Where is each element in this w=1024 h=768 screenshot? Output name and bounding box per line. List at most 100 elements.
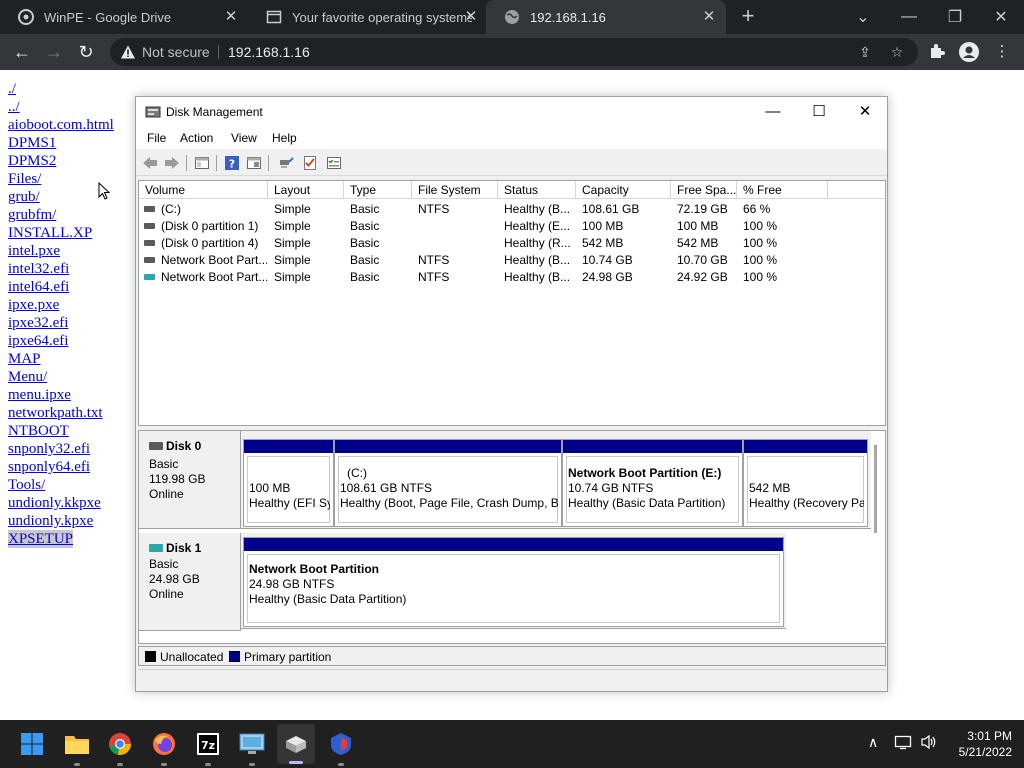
tab-active-192-168-1-16[interactable]: 192.168.1.16 ✕ (486, 0, 726, 34)
restore-icon[interactable]: ❐ (932, 0, 978, 34)
help-icon[interactable]: ? (224, 155, 240, 171)
show-hidden-icons-chevron-icon[interactable]: ∧ (868, 734, 878, 751)
system-clock[interactable]: 3:01 PM 5/21/2022 (959, 728, 1012, 760)
menu-help[interactable]: Help (272, 131, 297, 145)
menu-file[interactable]: File (147, 131, 166, 145)
disk-0-network-boot-partition[interactable]: Network Boot Partition (E:) 10.74 GB NTF… (562, 439, 743, 527)
listing-link[interactable]: ipxe32.efi (8, 314, 114, 332)
close-tab-icon[interactable]: ✕ (222, 8, 240, 26)
column-header-capacity[interactable]: Capacity (576, 181, 671, 199)
network-icon[interactable] (894, 734, 912, 753)
volume-row[interactable]: (Disk 0 partition 1) Simple Basic Health… (139, 218, 885, 235)
listing-link[interactable]: ./ (8, 80, 114, 98)
close-tab-icon[interactable]: ✕ (700, 8, 718, 26)
warning-triangle-icon[interactable] (120, 44, 136, 60)
listing-link[interactable]: undionly.kkpxe (8, 494, 114, 512)
partition-title: (C:) (347, 466, 367, 480)
shield-app-icon[interactable] (325, 728, 357, 766)
listing-link[interactable]: intel32.efi (8, 260, 114, 278)
new-tab-plus-icon[interactable]: + (736, 5, 760, 29)
tab-google-drive[interactable]: WinPE - Google Drive ✕ (0, 0, 248, 34)
settings-panel-icon[interactable] (326, 155, 342, 171)
listing-link[interactable]: Tools/ (8, 476, 114, 494)
tab-operating-systems[interactable]: Your favorite operating systems i ✕ (248, 0, 488, 34)
column-header-file-system[interactable]: File System (412, 181, 498, 199)
bookmark-star-icon[interactable]: ☆ (888, 43, 906, 61)
back-arrow-icon[interactable] (142, 155, 158, 171)
listing-link[interactable]: snponly32.efi (8, 440, 114, 458)
menu-view[interactable]: View (231, 131, 257, 145)
minimize-icon[interactable]: — (750, 97, 796, 127)
forward-arrow-icon[interactable]: → (40, 38, 68, 66)
listing-link[interactable]: networkpath.txt (8, 404, 114, 422)
listing-link[interactable]: DPMS1 (8, 134, 114, 152)
volume-row[interactable]: (Disk 0 partition 4) Simple Basic Health… (139, 235, 885, 252)
url-text[interactable]: 192.168.1.16 (228, 44, 310, 60)
listing-link-selected[interactable]: XPSETUP (8, 530, 74, 548)
more-menu-icon[interactable]: ⋮ (992, 42, 1012, 62)
column-header-status[interactable]: Status (498, 181, 576, 199)
start-windows-icon[interactable] (16, 728, 48, 760)
profile-avatar-icon[interactable] (959, 42, 979, 62)
column-header-percent-free[interactable]: % Free (737, 181, 828, 199)
listing-link[interactable]: Menu/ (8, 368, 114, 386)
listing-link[interactable]: ../ (8, 98, 114, 116)
column-header-volume[interactable]: Volume (139, 181, 268, 199)
volume-row[interactable]: (C:) Simple Basic NTFS Healthy (B... 108… (139, 201, 885, 218)
volume-list-header: Volume Layout Type File System Status Ca… (139, 181, 885, 199)
listing-link[interactable]: snponly64.efi (8, 458, 114, 476)
volume-row[interactable]: Network Boot Part... Simple Basic NTFS H… (139, 269, 885, 286)
not-secure-label[interactable]: Not secure (142, 44, 210, 60)
connect-drive-icon[interactable] (278, 155, 294, 171)
show-hide-console-tree-icon[interactable] (194, 155, 210, 171)
listing-link[interactable]: intel.pxe (8, 242, 114, 260)
disk-management-taskbar-icon[interactable] (277, 724, 315, 764)
firefox-icon[interactable] (148, 728, 180, 766)
vertical-scrollbar[interactable] (874, 445, 877, 533)
minimize-icon[interactable]: — (886, 0, 932, 34)
7zip-icon[interactable]: 7z (192, 728, 224, 766)
share-icon[interactable]: ⇪ (856, 43, 874, 61)
back-arrow-icon[interactable]: ← (8, 38, 36, 66)
disk-0-c-partition[interactable]: (C:) 108.61 GB NTFS Healthy (Boot, Page … (334, 439, 562, 527)
listing-link[interactable]: menu.ipxe (8, 386, 114, 404)
listing-link[interactable]: undionly.kpxe (8, 512, 114, 530)
listing-link[interactable]: INSTALL.XP (8, 224, 114, 242)
tab-search-chevron-icon[interactable]: ⌄ (840, 0, 886, 34)
maximize-icon[interactable]: ☐ (796, 97, 842, 127)
reload-icon[interactable]: ↻ (72, 38, 100, 66)
window-title-bar[interactable]: Disk Management — ☐ ✕ (136, 97, 887, 127)
listing-link[interactable]: grubfm/ (8, 206, 114, 224)
close-window-icon[interactable]: ✕ (978, 0, 1024, 34)
disk-0-efi-partition[interactable]: 100 MB Healthy (EFI Sy (243, 439, 334, 527)
listing-link[interactable]: aioboot.com.html (8, 116, 114, 134)
listing-link[interactable]: NTBOOT (8, 422, 114, 440)
listing-link[interactable]: ipxe.pxe (8, 296, 114, 314)
address-bar[interactable]: Not secure 192.168.1.16 ⇪ ☆ (110, 38, 918, 66)
listing-link[interactable]: intel64.efi (8, 278, 114, 296)
column-header-type[interactable]: Type (344, 181, 412, 199)
disk-0-recovery-partition[interactable]: 542 MB Healthy (Recovery Pa (743, 439, 868, 527)
chrome-icon[interactable] (104, 728, 136, 766)
menu-action[interactable]: Action (180, 131, 213, 145)
svg-text:7z: 7z (201, 739, 215, 752)
close-tab-icon[interactable]: ✕ (462, 8, 480, 26)
volume-name: Network Boot Part... (161, 270, 267, 284)
remote-desktop-icon[interactable] (236, 728, 268, 766)
column-header-free-space[interactable]: Free Spa... (671, 181, 737, 199)
disk-1-label[interactable]: Disk 1 Basic 24.98 GB Online (139, 533, 241, 631)
forward-arrow-icon[interactable] (164, 155, 180, 171)
volume-row[interactable]: Network Boot Part... Simple Basic NTFS H… (139, 252, 885, 269)
column-header-layout[interactable]: Layout (268, 181, 344, 199)
volume-speaker-icon[interactable] (920, 734, 938, 753)
file-explorer-icon[interactable] (61, 728, 93, 766)
listing-link[interactable]: ipxe64.efi (8, 332, 114, 350)
disk-0-label[interactable]: Disk 0 Basic 119.98 GB Online (139, 431, 241, 529)
disk-1-network-boot-partition[interactable]: Network Boot Partition 24.98 GB NTFS Hea… (243, 537, 784, 627)
listing-link[interactable]: MAP (8, 350, 114, 368)
properties-panel-icon[interactable] (246, 155, 262, 171)
close-icon[interactable]: ✕ (842, 97, 888, 127)
listing-link[interactable]: DPMS2 (8, 152, 114, 170)
checklist-icon[interactable] (302, 155, 318, 171)
extensions-puzzle-icon[interactable] (927, 42, 947, 62)
